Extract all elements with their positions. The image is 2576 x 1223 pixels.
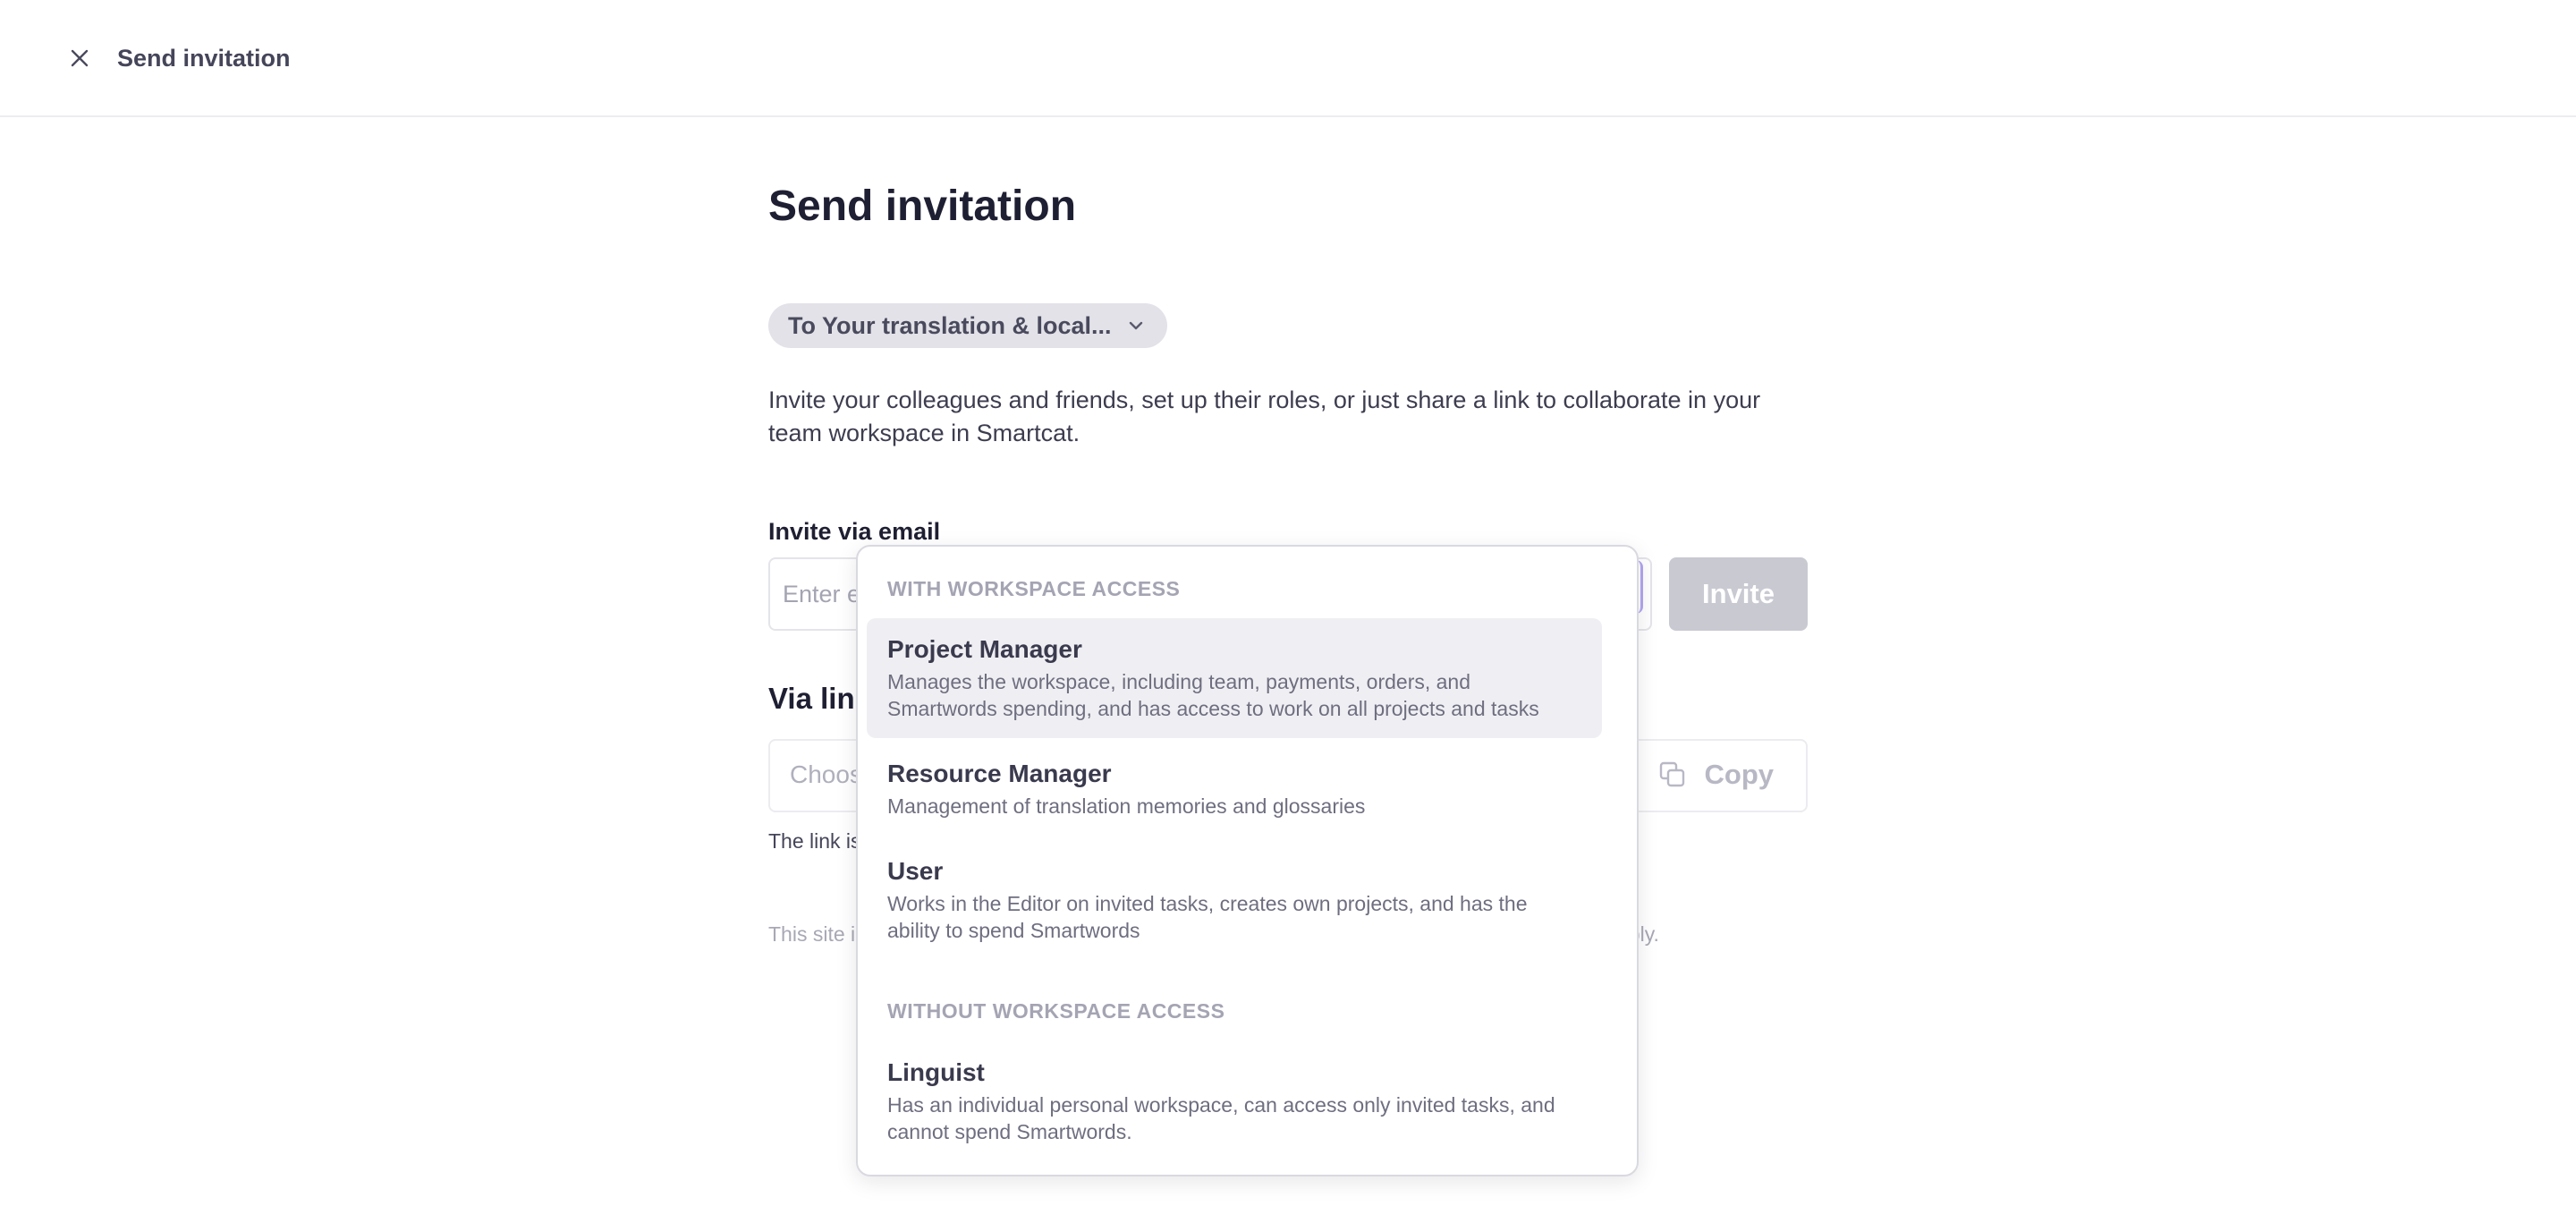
dropdown-group-heading: WITH WORKSPACE ACCESS [887,577,1181,600]
chevron-down-icon [1128,320,1144,331]
role-option-name: Linguist [887,1058,985,1086]
dropdown-group-heading: WITHOUT WORKSPACE ACCESS [887,999,1225,1023]
page-description: Invite your colleagues and friends, set … [768,386,1761,446]
link-note: The link is [768,829,861,853]
role-option-description: Manages the workspace, including team, p… [887,670,1539,720]
role-option-user[interactable]: User Works in the Editor on invited task… [867,840,1602,960]
close-icon [71,49,89,67]
invite-email-label: Invite via email [768,518,941,545]
role-option-name: User [887,857,944,885]
copy-icon [1658,760,1687,789]
copy-label: Copy [1704,759,1775,790]
copy-link-button[interactable]: Copy [1658,759,1775,791]
link-role-placeholder: Choos [790,760,862,788]
topbar-title: Send invitation [117,45,291,72]
role-dropdown[interactable]: WITH WORKSPACE ACCESS Project Manager Ma… [856,545,1639,1176]
page-title: Send invitation [768,183,1077,230]
top-bar: Send invitation [0,0,2576,117]
role-option-linguist[interactable]: Linguist Has an individual personal work… [867,1041,1602,1161]
role-option-project-manager[interactable]: Project Manager Manages the workspace, i… [867,618,1602,738]
role-option-name: Project Manager [887,635,1082,663]
workspace-selector-label: To Your translation & local... [788,311,1112,339]
role-option-resource-manager[interactable]: Resource Manager Management of translati… [867,743,1602,836]
role-option-name: Resource Manager [887,760,1112,787]
close-button[interactable] [63,41,97,75]
invite-button[interactable]: Invite [1669,557,1808,631]
role-option-description: Has an individual personal workspace, ca… [887,1093,1555,1143]
role-option-description: Works in the Editor on invited tasks, cr… [887,892,1528,942]
role-option-description: Management of translation memories and g… [887,794,1366,818]
site-note-start: This site i [768,922,856,946]
workspace-selector[interactable]: To Your translation & local... [768,303,1167,348]
